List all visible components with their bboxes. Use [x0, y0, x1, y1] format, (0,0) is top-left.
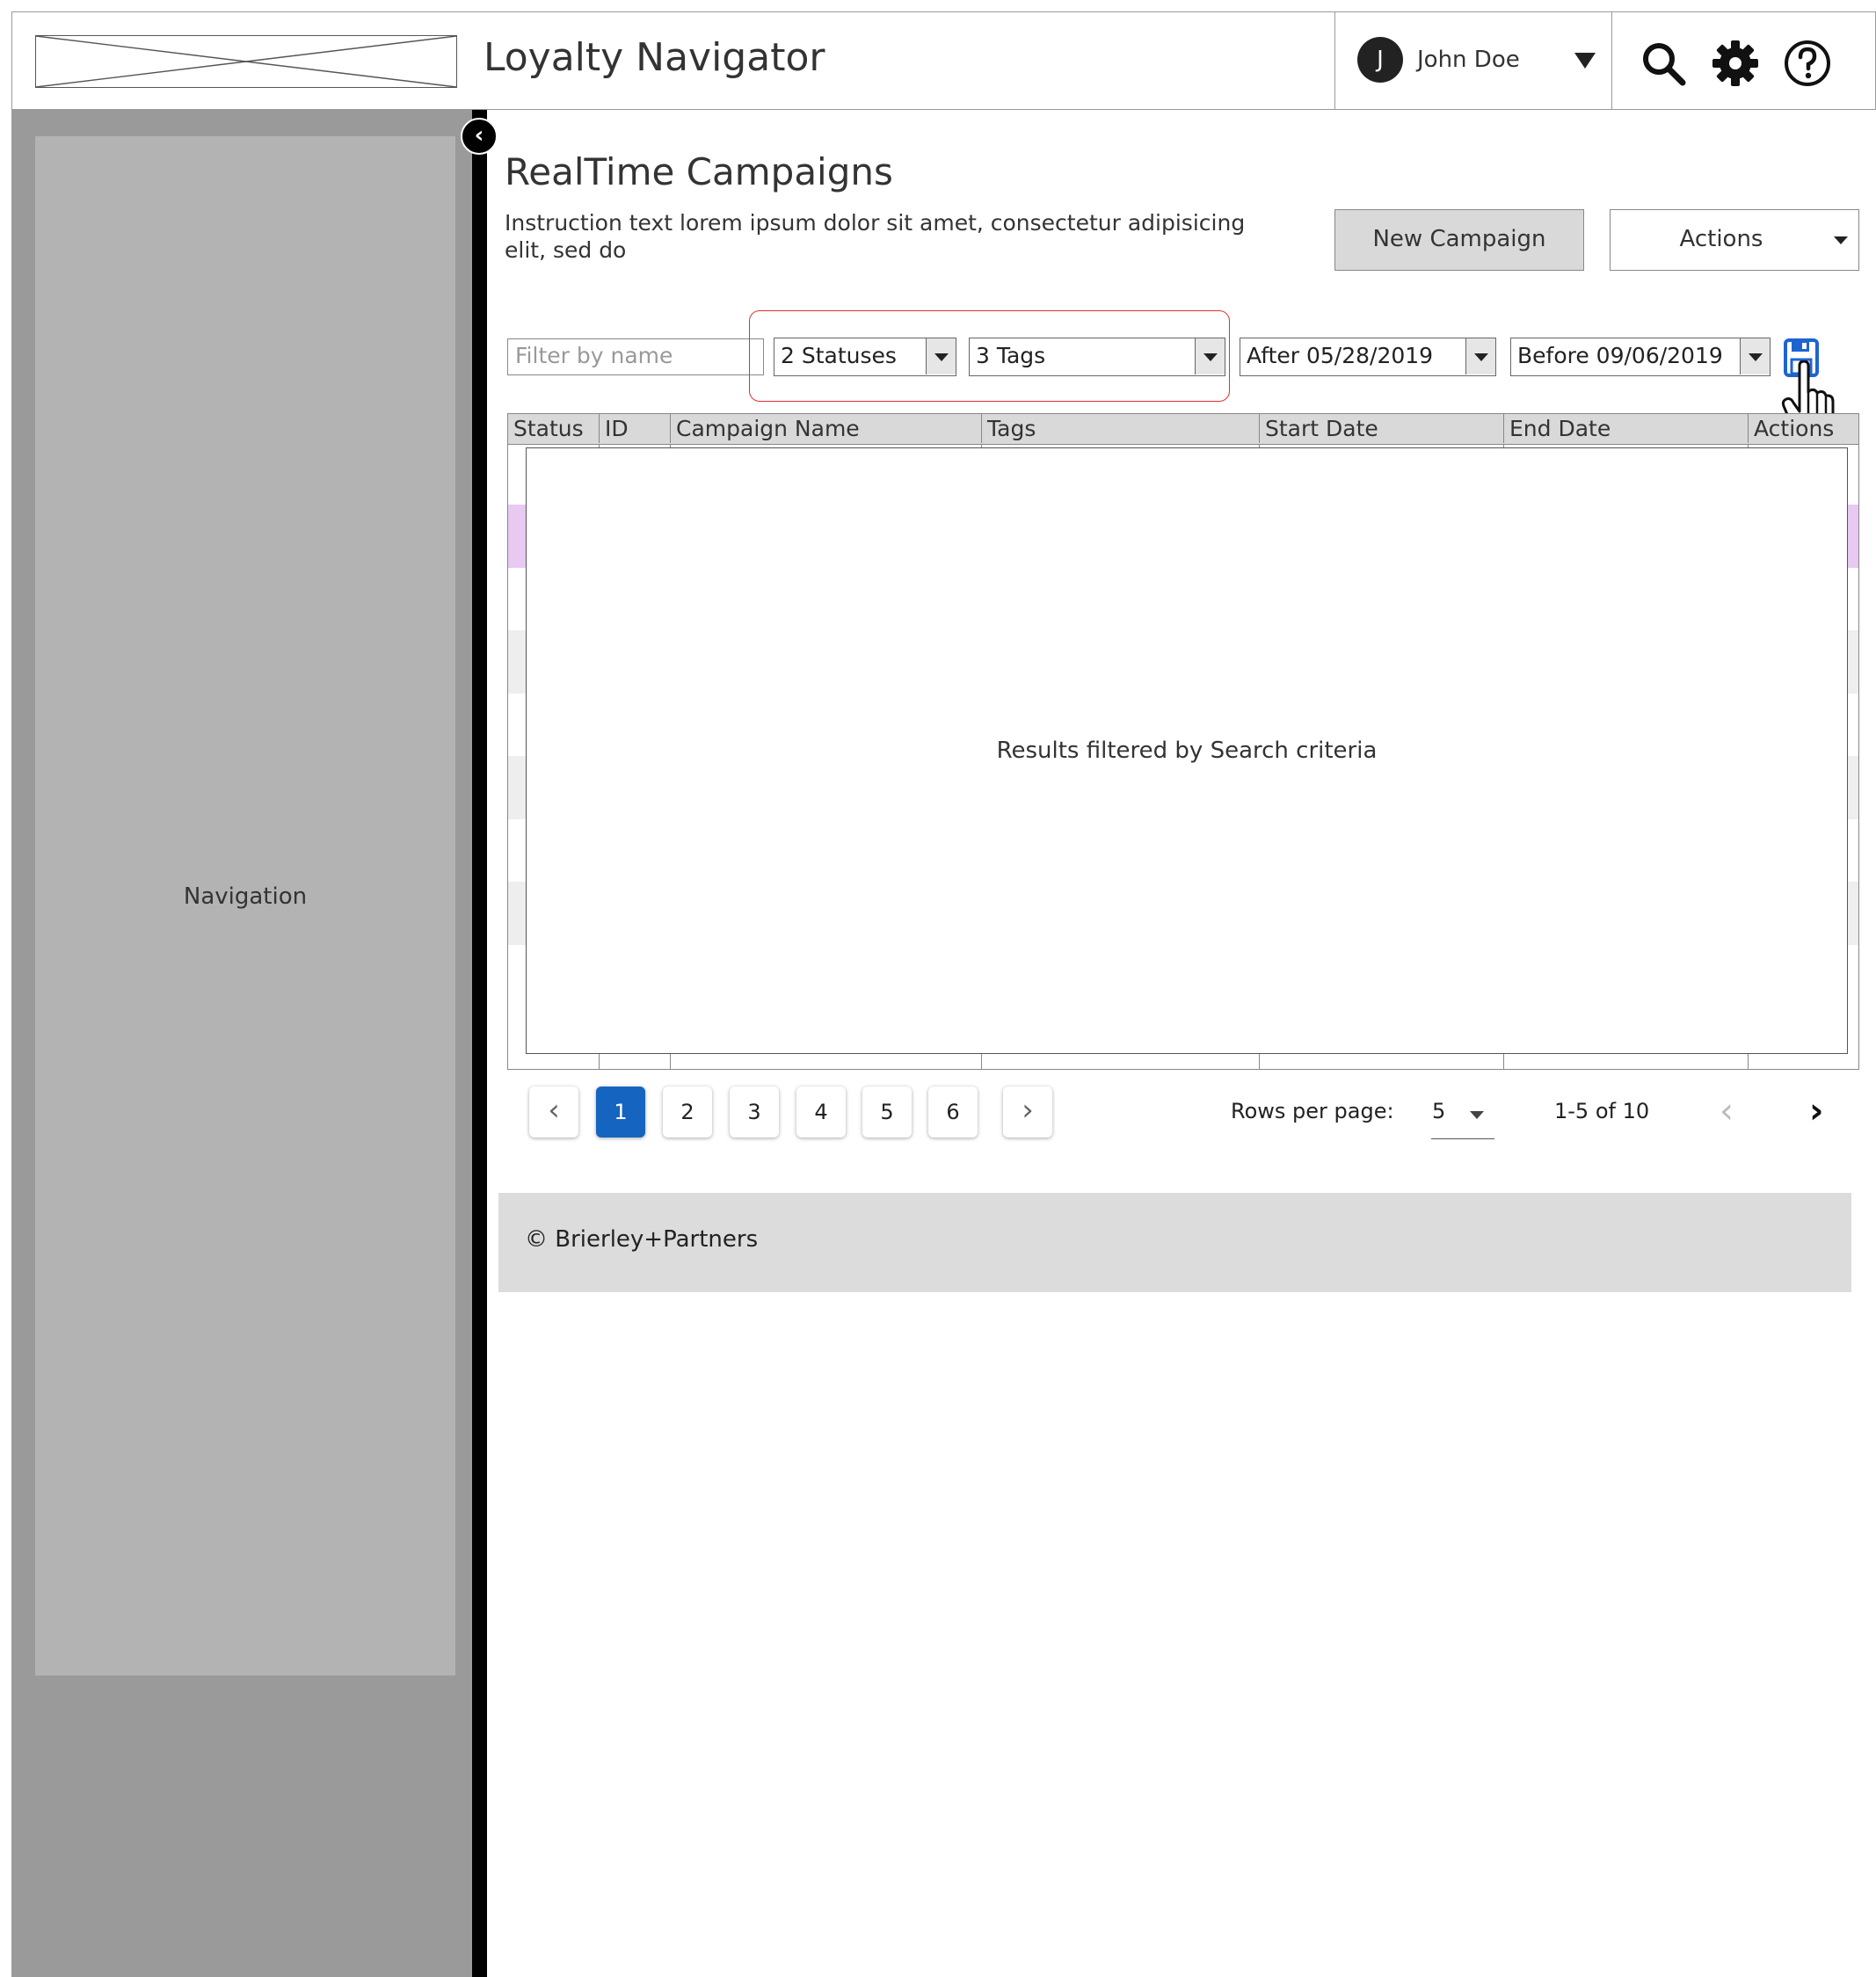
dropdown-arrow-icon[interactable]: [1195, 338, 1225, 374]
table-header: Status ID Campaign Name Tags Start Date …: [508, 414, 1858, 445]
dropdown-arrow-icon[interactable]: [926, 338, 956, 374]
top-header: Loyalty Navigator J John Doe: [11, 11, 1876, 110]
search-icon[interactable]: [1639, 39, 1688, 88]
tags-filter-dropdown[interactable]: 3 Tags: [969, 338, 1225, 376]
page-button-5[interactable]: 5: [862, 1087, 912, 1138]
instruction-text: Instruction text lorem ipsum dolor sit a…: [505, 210, 1246, 263]
footer-copyright: © Brierley+Partners: [525, 1226, 759, 1253]
gear-icon[interactable]: [1711, 39, 1760, 88]
user-menu[interactable]: J John Doe: [1334, 12, 1612, 109]
before-date-value: Before 09/06/2019: [1517, 343, 1723, 368]
chevron-right-icon[interactable]: ›: [1809, 1087, 1823, 1136]
page-button-1[interactable]: 1: [596, 1087, 645, 1138]
help-icon[interactable]: [1783, 39, 1832, 88]
dropdown-arrow-icon[interactable]: [1465, 338, 1495, 374]
before-date-dropdown[interactable]: Before 09/06/2019: [1510, 338, 1771, 376]
column-header-status[interactable]: Status: [508, 414, 599, 443]
page-button-4[interactable]: 4: [796, 1087, 846, 1138]
campaigns-table: Status ID Campaign Name Tags Start Date …: [507, 413, 1859, 1070]
logo-placeholder[interactable]: [35, 35, 457, 88]
status-filter-value: 2 Statuses: [781, 343, 897, 368]
sidebar-divider: [472, 110, 487, 1977]
tags-filter-value: 3 Tags: [976, 343, 1046, 368]
app-title: Loyalty Navigator: [484, 35, 825, 80]
column-header-end-date[interactable]: End Date: [1503, 414, 1748, 443]
after-date-dropdown[interactable]: After 05/28/2019: [1240, 338, 1496, 376]
page-button-2[interactable]: 2: [663, 1087, 712, 1138]
navigation-label: Navigation: [183, 883, 308, 910]
caret-down-icon[interactable]: [1574, 53, 1596, 69]
app-root: Loyalty Navigator J John Doe Navigation …: [0, 0, 1876, 1977]
status-filter-dropdown[interactable]: 2 Statuses: [774, 338, 956, 376]
navigation-panel[interactable]: Navigation: [35, 136, 455, 1675]
page-range-text: 1-5 of 10: [1554, 1099, 1650, 1123]
rows-per-page-value: 5: [1432, 1099, 1446, 1123]
page-next-button[interactable]: ›: [1003, 1087, 1052, 1138]
column-header-tags[interactable]: Tags: [981, 414, 1259, 443]
rows-per-page-label: Rows per page:: [1231, 1099, 1394, 1123]
page-button-3[interactable]: 3: [730, 1087, 779, 1138]
new-campaign-button[interactable]: New Campaign: [1334, 209, 1584, 271]
column-header-id[interactable]: ID: [599, 414, 670, 443]
page-button-6[interactable]: 6: [928, 1087, 978, 1138]
actions-label: Actions: [1679, 226, 1763, 252]
avatar: J: [1357, 37, 1403, 83]
filter-name-input[interactable]: Filter by name: [507, 338, 764, 375]
chevron-left-icon[interactable]: ‹: [461, 118, 498, 155]
results-overlay: Results filtered by Search criteria: [526, 447, 1848, 1054]
user-name: John Doe: [1417, 47, 1520, 73]
after-date-value: After 05/28/2019: [1247, 343, 1434, 368]
column-header-campaign-name[interactable]: Campaign Name: [670, 414, 981, 443]
caret-down-icon: [1470, 1111, 1484, 1119]
dropdown-arrow-icon[interactable]: [1740, 338, 1770, 374]
footer: © Brierley+Partners: [498, 1193, 1851, 1292]
caret-down-icon: [1834, 236, 1848, 244]
page-title: RealTime Campaigns: [505, 150, 893, 193]
column-header-start-date[interactable]: Start Date: [1259, 414, 1503, 443]
column-header-actions[interactable]: Actions: [1748, 414, 1858, 443]
actions-dropdown[interactable]: Actions: [1610, 209, 1859, 271]
page-prev-button[interactable]: ‹: [529, 1087, 578, 1138]
chevron-left-icon[interactable]: ‹: [1720, 1087, 1734, 1136]
rows-per-page-select[interactable]: 5: [1431, 1094, 1494, 1139]
results-overlay-text: Results filtered by Search criteria: [996, 738, 1378, 764]
